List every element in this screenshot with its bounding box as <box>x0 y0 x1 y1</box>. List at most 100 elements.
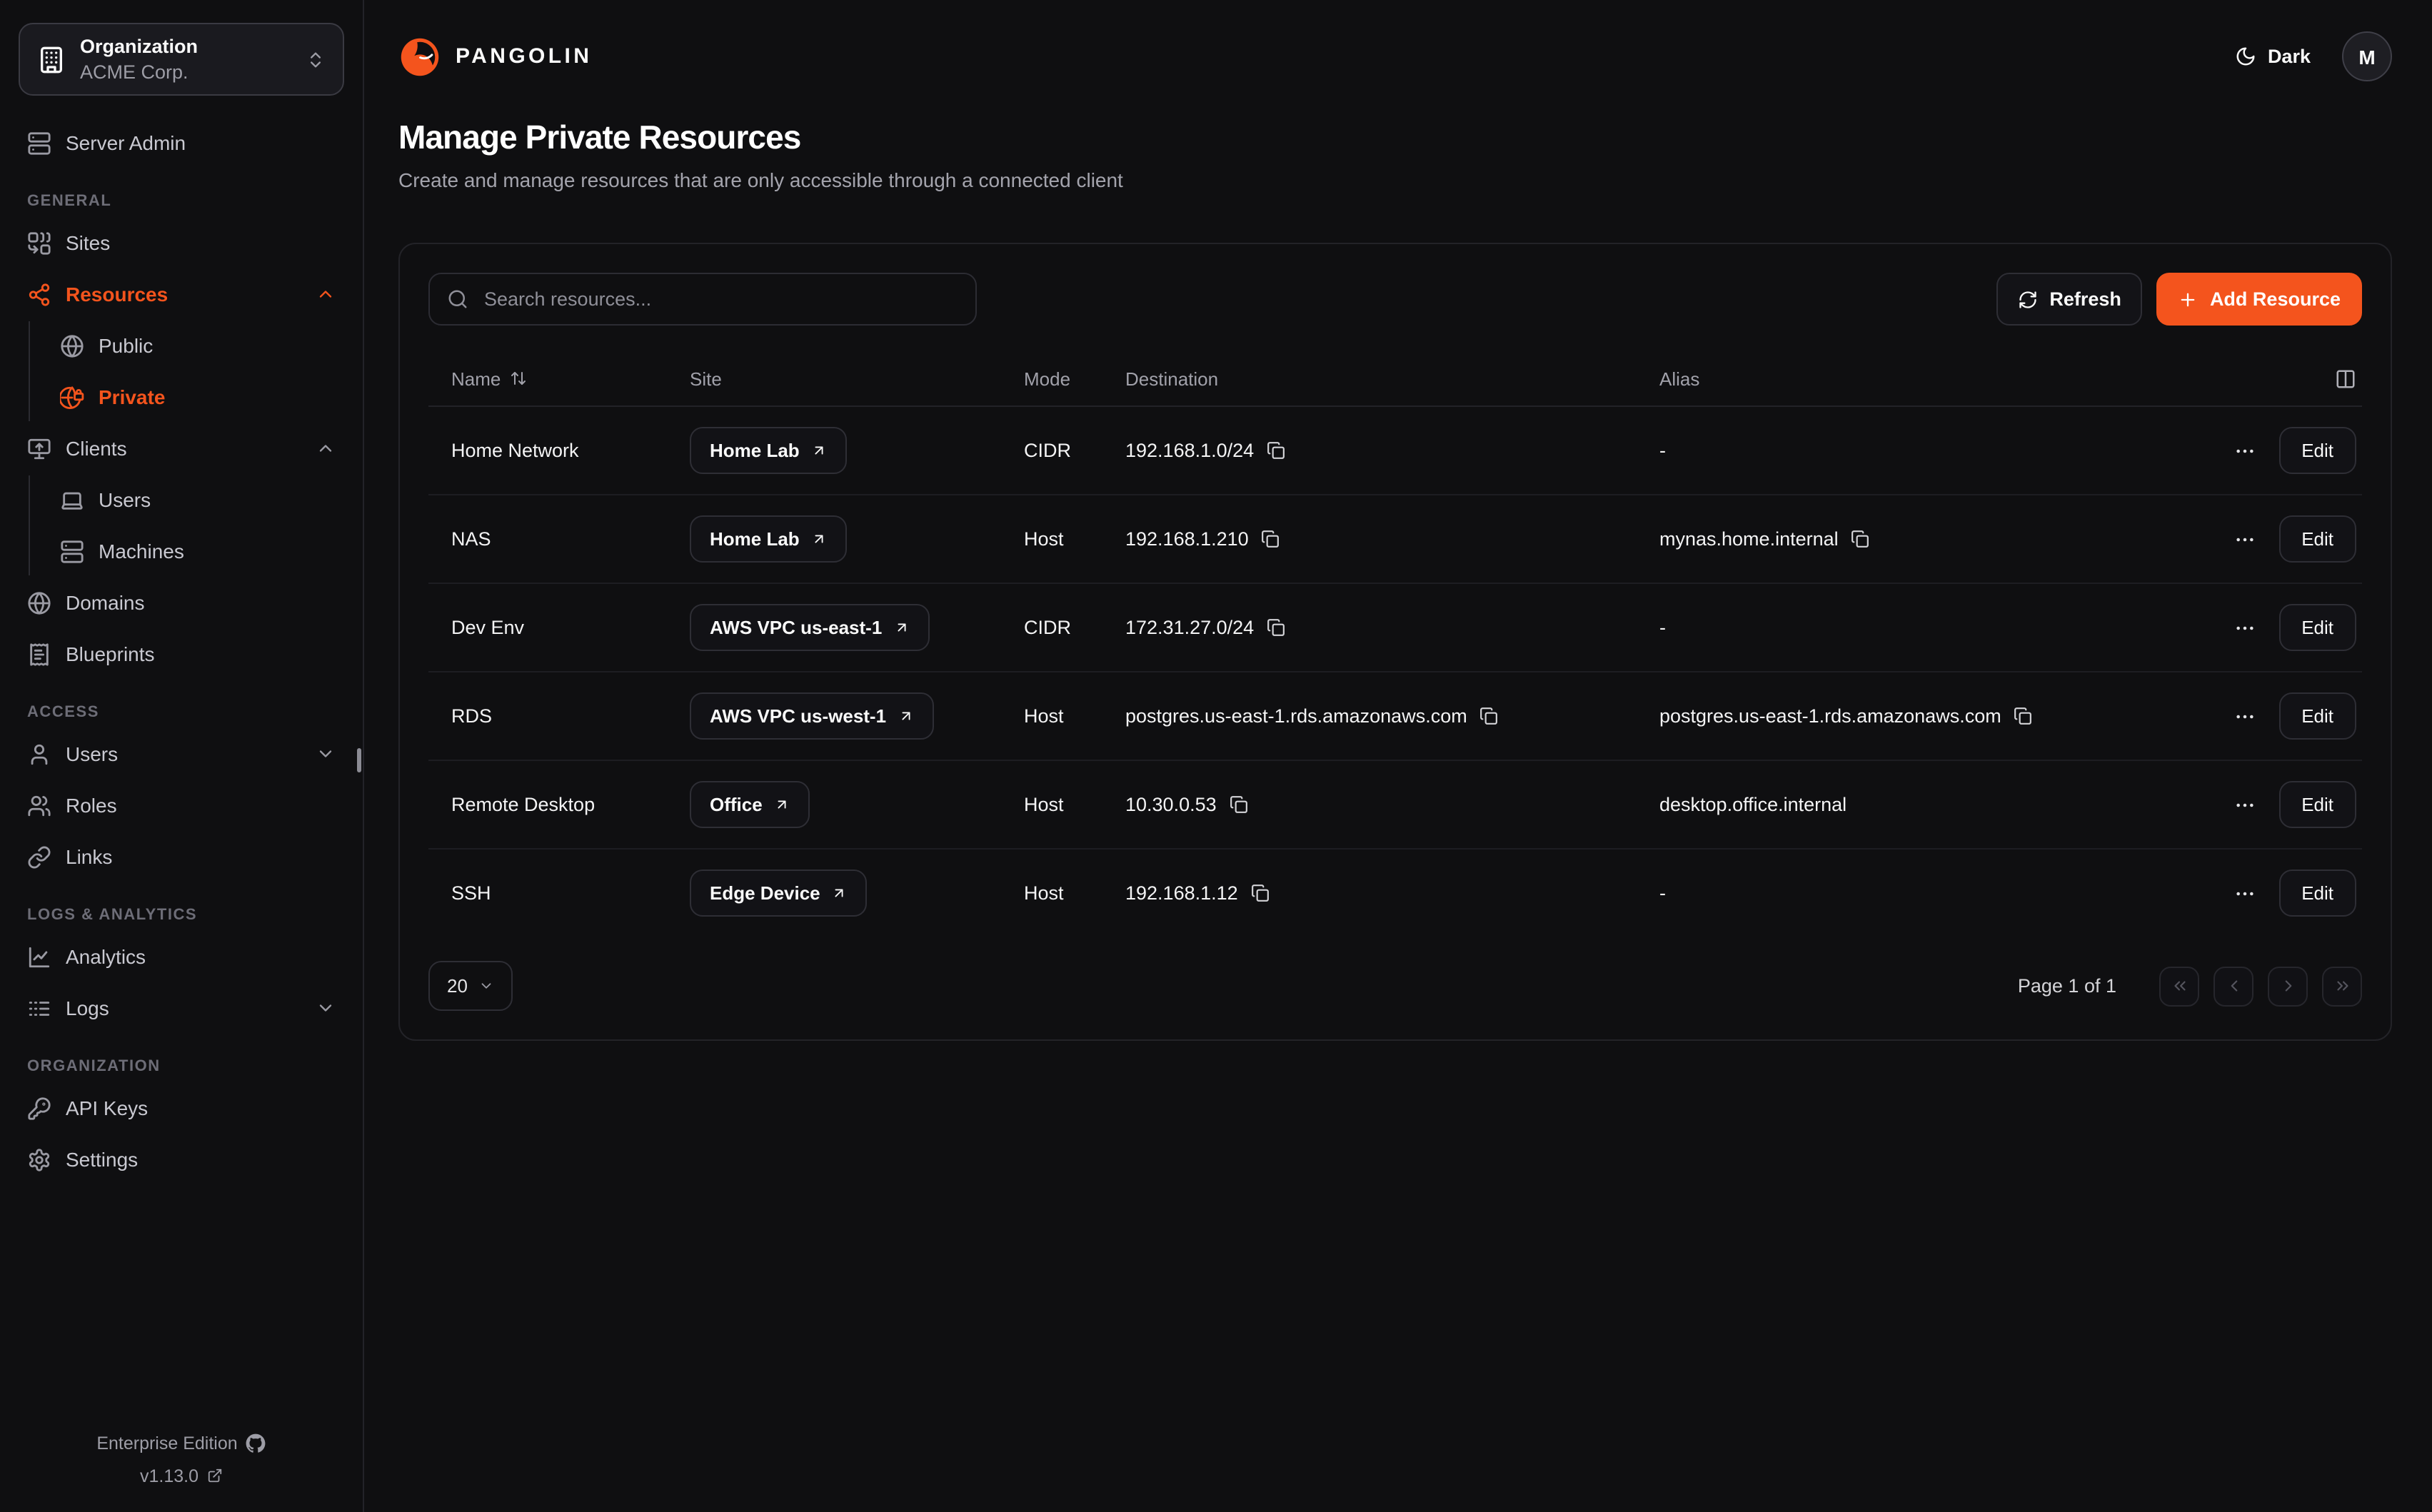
sidebar-item-client-users[interactable]: Users <box>51 475 344 524</box>
org-label: Organization <box>80 34 291 59</box>
copy-alias-button[interactable] <box>1851 530 1870 548</box>
ellipsis-icon <box>2233 793 2256 816</box>
table-row: RDS AWS VPC us-west-1 Host postgres.us-e… <box>428 672 2362 761</box>
gear-icon <box>27 1147 51 1171</box>
version-link[interactable]: v1.13.0 <box>19 1460 344 1492</box>
edit-button[interactable]: Edit <box>2278 781 2356 828</box>
search-input[interactable] <box>481 287 958 311</box>
arrow-up-right-icon <box>898 708 913 724</box>
server-icon <box>60 539 84 563</box>
column-header-name[interactable]: Name <box>428 368 690 389</box>
row-menu-button[interactable] <box>2230 879 2258 907</box>
copy-destination-button[interactable] <box>1267 441 1285 460</box>
org-selector[interactable]: Organization ACME Corp. <box>19 23 344 96</box>
version-label: v1.13.0 <box>140 1460 199 1492</box>
sidebar-item-api-keys[interactable]: API Keys <box>19 1084 344 1132</box>
sidebar-item-label: Users <box>99 488 151 511</box>
refresh-button[interactable]: Refresh <box>1996 273 2143 326</box>
chevrons-up-down-icon <box>306 49 326 69</box>
sidebar-item-logs[interactable]: Logs <box>19 984 344 1032</box>
sidebar-item-private[interactable]: Private <box>51 373 344 421</box>
row-menu-button[interactable] <box>2230 613 2258 642</box>
users-icon <box>27 793 51 817</box>
sidebar-item-server-admin[interactable]: Server Admin <box>19 119 344 167</box>
avatar-initial: M <box>2358 45 2375 68</box>
edit-button[interactable]: Edit <box>2278 692 2356 740</box>
sidebar-item-settings[interactable]: Settings <box>19 1135 344 1184</box>
page-title: Manage Private Resources <box>398 119 2392 157</box>
site-link-button[interactable]: Home Lab <box>690 515 847 563</box>
globe-icon <box>27 590 51 615</box>
site-link-button[interactable]: Edge Device <box>690 870 868 917</box>
refresh-label: Refresh <box>2049 288 2121 310</box>
resource-destination: 192.168.1.12 <box>1125 882 1238 904</box>
resource-alias: desktop.office.internal <box>1659 794 1846 815</box>
next-page-button[interactable] <box>2268 966 2308 1006</box>
resources-card: Refresh Add Resource Name <box>398 243 2392 1041</box>
edit-button[interactable]: Edit <box>2278 870 2356 917</box>
section-general: GENERAL <box>19 193 344 210</box>
table-header-row: Name Site Mode Destination Alias <box>428 351 2362 407</box>
sidebar-item-roles[interactable]: Roles <box>19 781 344 830</box>
arrow-up-right-icon <box>811 531 827 547</box>
copy-alias-button[interactable] <box>2014 707 2033 725</box>
copy-destination-button[interactable] <box>1262 530 1280 548</box>
resource-alias: - <box>1659 440 1666 461</box>
sidebar-item-blueprints[interactable]: Blueprints <box>19 630 344 678</box>
receipt-icon <box>27 642 51 666</box>
edition-link[interactable]: Enterprise Edition <box>19 1428 344 1460</box>
column-visibility-button[interactable] <box>2191 368 2362 389</box>
site-link-button[interactable]: Office <box>690 781 810 828</box>
last-page-button[interactable] <box>2322 966 2362 1006</box>
sidebar-scrollbar-thumb[interactable] <box>357 748 361 772</box>
copy-icon <box>1251 884 1270 902</box>
site-link-button[interactable]: Home Lab <box>690 427 847 474</box>
ellipsis-icon <box>2233 705 2256 727</box>
sidebar-item-machines[interactable]: Machines <box>51 527 344 575</box>
edit-button[interactable]: Edit <box>2278 604 2356 651</box>
site-link-button[interactable]: AWS VPC us-west-1 <box>690 692 933 740</box>
resource-name: Home Network <box>428 440 690 461</box>
site-link-button[interactable]: AWS VPC us-east-1 <box>690 604 929 651</box>
theme-toggle[interactable]: Dark <box>2235 46 2311 67</box>
app-root: Organization ACME Corp. Server Admin GEN… <box>0 0 2432 1512</box>
sidebar-item-resources[interactable]: Resources <box>19 270 344 318</box>
section-access: ACCESS <box>19 704 344 721</box>
row-menu-button[interactable] <box>2230 436 2258 465</box>
toolbar-actions: Refresh Add Resource <box>1996 273 2362 326</box>
sidebar-item-analytics[interactable]: Analytics <box>19 932 344 981</box>
copy-destination-button[interactable] <box>1251 884 1270 902</box>
section-organization: ORGANIZATION <box>19 1058 344 1075</box>
add-resource-label: Add Resource <box>2210 288 2341 310</box>
arrow-up-right-icon <box>774 797 790 812</box>
copy-destination-button[interactable] <box>1230 795 1248 814</box>
sidebar-item-clients[interactable]: Clients <box>19 424 344 473</box>
page-size-select[interactable]: 20 <box>428 961 513 1011</box>
copy-destination-button[interactable] <box>1267 618 1285 637</box>
column-header-alias: Alias <box>1659 368 2191 389</box>
pangolin-logo-icon <box>398 35 441 78</box>
avatar[interactable]: M <box>2342 31 2392 81</box>
refresh-icon <box>2018 289 2038 309</box>
resource-mode: Host <box>1024 528 1125 550</box>
sidebar-item-label: Clients <box>66 437 127 460</box>
sidebar-item-users[interactable]: Users <box>19 730 344 778</box>
previous-page-button[interactable] <box>2214 966 2253 1006</box>
edit-button[interactable]: Edit <box>2278 427 2356 474</box>
sidebar-item-sites[interactable]: Sites <box>19 218 344 267</box>
add-resource-button[interactable]: Add Resource <box>2157 273 2362 326</box>
sidebar-item-label: Machines <box>99 540 184 563</box>
resource-name: SSH <box>428 882 690 904</box>
first-page-button[interactable] <box>2159 966 2199 1006</box>
row-menu-button[interactable] <box>2230 790 2258 819</box>
ellipsis-icon <box>2233 882 2256 904</box>
edit-button[interactable]: Edit <box>2278 515 2356 563</box>
row-menu-button[interactable] <box>2230 525 2258 553</box>
row-menu-button[interactable] <box>2230 702 2258 730</box>
copy-destination-button[interactable] <box>1480 707 1499 725</box>
moon-icon <box>2235 46 2256 67</box>
sidebar-item-public[interactable]: Public <box>51 321 344 370</box>
sidebar-item-links[interactable]: Links <box>19 832 344 881</box>
plus-icon <box>2179 289 2199 309</box>
sidebar-item-domains[interactable]: Domains <box>19 578 344 627</box>
